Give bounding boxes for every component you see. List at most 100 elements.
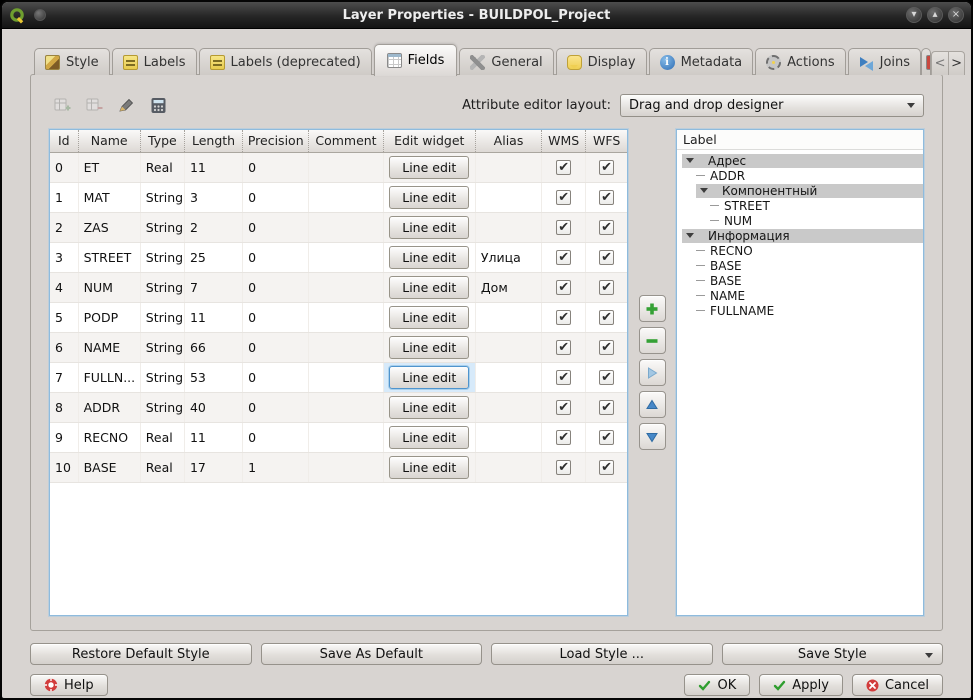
tree-leaf[interactable]: ADDR — [677, 168, 923, 183]
wfs-checkbox[interactable]: ✔ — [599, 460, 614, 475]
column-header[interactable]: Edit widget — [383, 130, 475, 152]
cancel-button[interactable]: Cancel — [852, 674, 943, 696]
column-header[interactable]: Type — [140, 130, 184, 152]
tree-leaf[interactable]: NUM — [677, 213, 923, 228]
tab-style[interactable]: Style — [34, 48, 110, 75]
save-style-button[interactable]: Save Style — [722, 643, 944, 665]
close-button[interactable]: × — [948, 7, 964, 23]
wms-checkbox[interactable]: ✔ — [556, 220, 571, 235]
tree-group[interactable]: Информация — [677, 228, 923, 243]
edit-widget-button[interactable]: Line edit — [389, 216, 469, 239]
toggle-editing-button[interactable] — [113, 94, 139, 116]
edit-widget-button[interactable]: Line edit — [389, 276, 469, 299]
edit-widget-button[interactable]: Line edit — [389, 426, 469, 449]
tab-scroll-right-button[interactable]: > — [948, 51, 965, 75]
fields-table[interactable]: IdNameTypeLengthPrecisionCommentEdit wid… — [49, 129, 628, 616]
tab-partial[interactable] — [921, 48, 931, 75]
titlebar[interactable]: Layer Properties - BUILDPOL_Project ▾ ▴ … — [2, 2, 971, 29]
add-container-button[interactable] — [639, 295, 666, 322]
wfs-checkbox[interactable]: ✔ — [599, 400, 614, 415]
field-row[interactable]: 1MATString30Line edit✔✔ — [50, 182, 627, 212]
column-header[interactable]: Comment — [309, 130, 383, 152]
field-row[interactable]: 4NUMString70Line editДом✔✔ — [50, 272, 627, 302]
wfs-checkbox[interactable]: ✔ — [599, 220, 614, 235]
tree-leaf[interactable]: BASE — [677, 258, 923, 273]
tab-actions[interactable]: Actions — [755, 48, 846, 75]
tab-fields[interactable]: Fields — [374, 44, 458, 76]
column-header[interactable]: WFS — [586, 130, 627, 152]
attribute-editor-layout-select[interactable]: Drag and drop designer — [620, 94, 924, 117]
tree-leaf[interactable]: NAME — [677, 288, 923, 303]
edit-widget-button[interactable]: Line edit — [389, 336, 469, 359]
wms-checkbox[interactable]: ✔ — [556, 280, 571, 295]
wms-checkbox[interactable]: ✔ — [556, 370, 571, 385]
restore-default-style-button[interactable]: Restore Default Style — [30, 643, 252, 665]
window-menu-button[interactable] — [34, 9, 46, 21]
tree-group[interactable]: Компонентный — [677, 183, 923, 198]
remove-item-button[interactable] — [639, 327, 666, 354]
tree-group[interactable]: Адрес — [677, 153, 923, 168]
edit-widget-button[interactable]: Line edit — [389, 186, 469, 209]
column-header[interactable]: Id — [50, 130, 78, 152]
tree-leaf[interactable]: FULLNAME — [677, 303, 923, 318]
edit-widget-button[interactable]: Line edit — [389, 456, 469, 479]
save-as-default-button[interactable]: Save As Default — [261, 643, 483, 665]
move-up-button[interactable] — [639, 391, 666, 418]
column-header[interactable]: Precision — [243, 130, 309, 152]
move-right-button[interactable] — [639, 359, 666, 386]
wms-checkbox[interactable]: ✔ — [556, 400, 571, 415]
wfs-checkbox[interactable]: ✔ — [599, 250, 614, 265]
move-down-button[interactable] — [639, 423, 666, 450]
wms-checkbox[interactable]: ✔ — [556, 340, 571, 355]
edit-widget-button[interactable]: Line edit — [389, 306, 469, 329]
column-header[interactable]: Alias — [475, 130, 541, 152]
field-row[interactable]: 6NAMEString660Line edit✔✔ — [50, 332, 627, 362]
field-calculator-button[interactable] — [145, 94, 171, 116]
wfs-checkbox[interactable]: ✔ — [599, 370, 614, 385]
wfs-checkbox[interactable]: ✔ — [599, 190, 614, 205]
edit-widget-button[interactable]: Line edit — [389, 156, 469, 179]
tab-labels[interactable]: Labels — [112, 48, 197, 75]
tab-scroll-left-button[interactable]: < — [931, 51, 948, 75]
column-header[interactable]: Name — [78, 130, 140, 152]
tab-joins[interactable]: Joins — [848, 48, 921, 75]
maximize-button[interactable]: ▴ — [927, 7, 943, 23]
tab-general[interactable]: General — [459, 48, 553, 75]
edit-widget-button[interactable]: Line edit — [389, 246, 469, 269]
tab-metadata[interactable]: Metadata — [649, 48, 754, 75]
field-row[interactable]: 9RECNOReal110Line edit✔✔ — [50, 422, 627, 452]
wms-checkbox[interactable]: ✔ — [556, 190, 571, 205]
minimize-button[interactable]: ▾ — [906, 7, 922, 23]
wfs-checkbox[interactable]: ✔ — [599, 280, 614, 295]
edit-widget-button[interactable]: Line edit — [389, 396, 469, 419]
wfs-checkbox[interactable]: ✔ — [599, 430, 614, 445]
field-row[interactable]: 2ZASString20Line edit✔✔ — [50, 212, 627, 242]
wms-checkbox[interactable]: ✔ — [556, 160, 571, 175]
column-header[interactable]: Length — [184, 130, 242, 152]
wms-checkbox[interactable]: ✔ — [556, 460, 571, 475]
tab-labels-deprecated[interactable]: Labels (deprecated) — [199, 48, 372, 75]
field-row[interactable]: 0ETReal110Line edit✔✔ — [50, 152, 627, 182]
load-style-button[interactable]: Load Style ... — [491, 643, 713, 665]
ok-button[interactable]: OK — [684, 674, 750, 696]
field-row[interactable]: 10BASEReal171Line edit✔✔ — [50, 452, 627, 482]
wms-checkbox[interactable]: ✔ — [556, 250, 571, 265]
field-row[interactable]: 5PODPString110Line edit✔✔ — [50, 302, 627, 332]
wms-checkbox[interactable]: ✔ — [556, 430, 571, 445]
help-button[interactable]: Help — [30, 674, 108, 696]
apply-button[interactable]: Apply — [759, 674, 843, 696]
new-attribute-button[interactable] — [49, 94, 75, 116]
edit-widget-button[interactable]: Line edit — [389, 366, 469, 389]
field-row[interactable]: 8ADDRString400Line edit✔✔ — [50, 392, 627, 422]
column-header[interactable]: WMS — [542, 130, 586, 152]
drag-drop-designer-panel[interactable]: Label АдресADDRКомпонентныйSTREETNUMИнфо… — [676, 129, 924, 616]
wfs-checkbox[interactable]: ✔ — [599, 310, 614, 325]
wms-checkbox[interactable]: ✔ — [556, 310, 571, 325]
field-row[interactable]: 3STREETString250Line editУлица✔✔ — [50, 242, 627, 272]
delete-attribute-button[interactable] — [81, 94, 107, 116]
tree-leaf[interactable]: BASE — [677, 273, 923, 288]
field-row[interactable]: 7FULLN...String530Line edit✔✔ — [50, 362, 627, 392]
tree-leaf[interactable]: RECNO — [677, 243, 923, 258]
wfs-checkbox[interactable]: ✔ — [599, 340, 614, 355]
tab-display[interactable]: Display — [556, 48, 647, 75]
